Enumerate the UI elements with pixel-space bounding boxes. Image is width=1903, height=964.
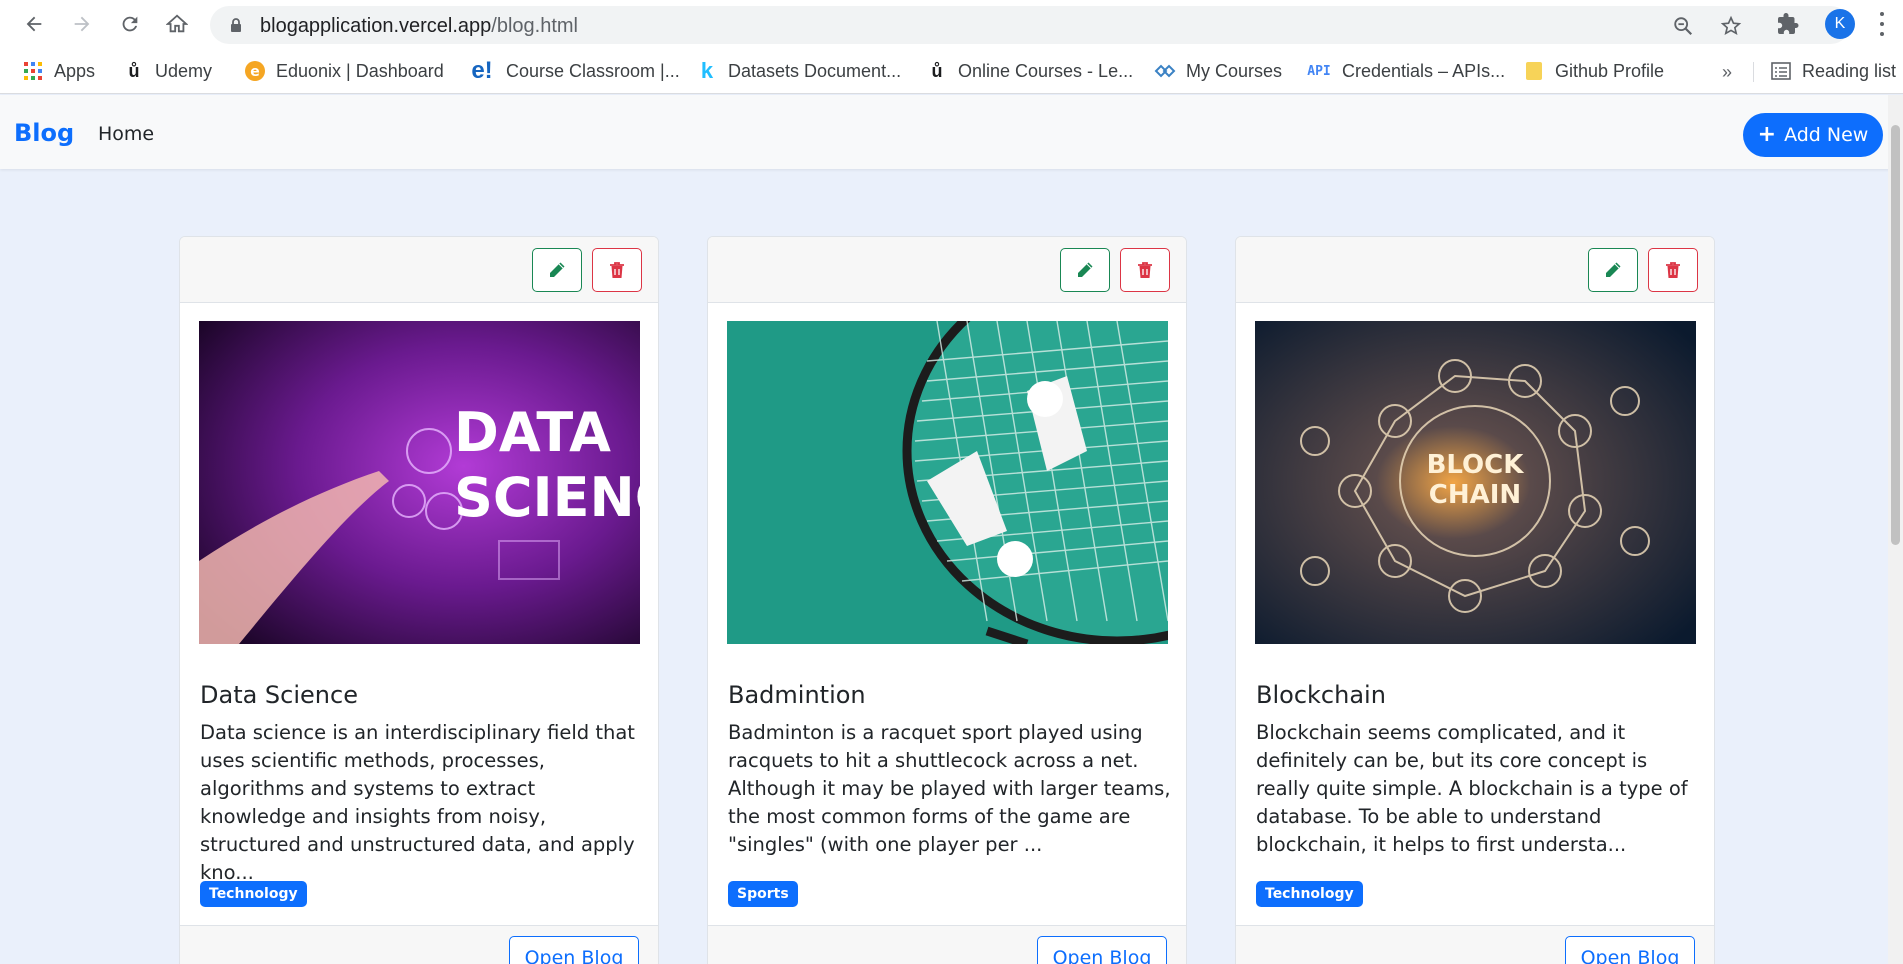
bookmark-credentials[interactable]: API Credentials – APIs...	[1306, 60, 1505, 82]
reading-list-button[interactable]: Reading list	[1770, 60, 1896, 82]
api-icon: API	[1307, 63, 1331, 79]
bookmark-apps[interactable]: Apps	[22, 60, 95, 82]
bookmark-label: Datasets Document...	[728, 60, 902, 81]
delete-button[interactable]	[1648, 248, 1698, 292]
menu-icon[interactable]	[1878, 12, 1886, 36]
blog-card-badmintion: Badmintion Badminton is a racquet sport …	[707, 236, 1187, 964]
profile-avatar[interactable]: K	[1825, 9, 1855, 39]
lock-icon	[231, 18, 241, 32]
url-text: blogapplication.vercel.app/blog.html	[260, 15, 578, 38]
udemy-icon: ů	[128, 60, 140, 81]
image-text-chain: CHAIN	[1429, 480, 1521, 510]
e-logo-icon: e!	[471, 57, 493, 84]
card-image-badminton	[727, 321, 1168, 644]
image-text-science: SCIENCE	[454, 466, 640, 529]
pencil-icon	[550, 262, 565, 277]
card-header	[708, 237, 1186, 303]
udemy-icon: ů	[931, 60, 943, 81]
blog-card-blockchain: BLOCK CHAIN Blockchain Blockchain seems …	[1235, 236, 1715, 964]
card-footer: Open Blog	[1236, 925, 1714, 964]
card-title: Badmintion	[728, 681, 866, 709]
eduonix-icon: e	[244, 60, 266, 82]
pencil-icon	[1078, 262, 1093, 277]
edit-button[interactable]	[1060, 248, 1110, 292]
bookmark-online-courses[interactable]: ů Online Courses - Le...	[926, 60, 1134, 82]
delete-button[interactable]	[592, 248, 642, 292]
bookmark-label: Github Profile	[1555, 60, 1665, 81]
bookmark-label: Eduonix | Dashboard	[276, 60, 444, 81]
card-image-blockchain: BLOCK CHAIN	[1255, 321, 1696, 644]
forward-icon[interactable]	[68, 10, 96, 38]
edit-button[interactable]	[532, 248, 582, 292]
svg-text:e: e	[250, 64, 260, 80]
card-image-data-science: DATA SCIENCE	[199, 321, 640, 644]
back-icon[interactable]	[20, 10, 48, 38]
card-text: Badminton is a racquet sport played usin…	[728, 721, 1171, 856]
open-blog-button[interactable]: Open Blog	[509, 936, 639, 964]
bookmarks-more-button[interactable]: »	[1722, 62, 1732, 83]
brand-logo[interactable]: Blog	[14, 119, 74, 147]
reload-icon[interactable]	[116, 10, 144, 38]
edit-button[interactable]	[1588, 248, 1638, 292]
category-badge: Technology	[1256, 881, 1363, 907]
pencil-icon	[1606, 262, 1621, 277]
bookmark-label: Udemy	[155, 60, 213, 81]
trash-icon	[610, 262, 624, 278]
card-footer: Open Blog	[180, 925, 658, 964]
bookmark-label: Credentials – APIs...	[1342, 60, 1506, 81]
card-header	[180, 237, 658, 303]
bookmarks-bar: Apps ů Udemy e Eduonix | Dashboard e! Co…	[0, 48, 1903, 94]
bookmark-my-courses[interactable]: My Courses	[1154, 60, 1282, 82]
apps-grid-icon	[22, 60, 44, 82]
bookmark-label: Apps	[54, 60, 96, 81]
star-icon[interactable]	[1720, 15, 1742, 37]
bookmarks-divider	[1753, 62, 1754, 82]
card-title: Data Science	[200, 681, 358, 709]
open-blog-button[interactable]: Open Blog	[1037, 936, 1167, 964]
app-navbar: Blog Home + Add New	[0, 95, 1903, 169]
bookmark-datasets[interactable]: k Datasets Document...	[696, 58, 902, 83]
extensions-icon[interactable]	[1776, 12, 1800, 36]
courses-icon	[1154, 60, 1176, 82]
url-path: /blog.html	[491, 15, 578, 37]
card-title: Blockchain	[1256, 681, 1386, 709]
card-text: Data science is an interdisciplinary fie…	[200, 721, 635, 884]
bookmark-label: Online Courses - Le...	[958, 60, 1134, 81]
card-header	[1236, 237, 1714, 303]
add-new-label: Add New	[1784, 124, 1869, 146]
browser-toolbar: blogapplication.vercel.app/blog.html K	[0, 0, 1903, 48]
home-icon[interactable]	[163, 10, 191, 38]
image-text-block: BLOCK	[1427, 450, 1525, 480]
card-text: Blockchain seems complicated, and it def…	[1256, 721, 1688, 856]
bookmark-udemy[interactable]: ů Udemy	[123, 60, 213, 82]
reading-list-icon	[1770, 60, 1792, 82]
kaggle-icon: k	[700, 58, 714, 83]
nav-home-link[interactable]: Home	[98, 123, 154, 145]
bookmark-label: My Courses	[1186, 60, 1283, 81]
plus-icon: +	[1757, 122, 1777, 147]
blog-card-data-science: DATA SCIENCE Data Science Data science i…	[179, 236, 659, 964]
bookmark-eduonix[interactable]: e Eduonix | Dashboard	[244, 60, 444, 82]
bookmark-github[interactable]: Github Profile	[1523, 60, 1664, 82]
category-badge: Sports	[728, 881, 798, 907]
address-bar[interactable]: blogapplication.vercel.app/blog.html	[210, 6, 1850, 44]
image-text-data: DATA	[454, 401, 611, 464]
url-host: blogapplication.vercel.app	[260, 15, 492, 37]
open-blog-button[interactable]: Open Blog	[1565, 936, 1695, 964]
reading-list-label: Reading list	[1802, 60, 1897, 81]
zoom-icon[interactable]	[1672, 15, 1694, 37]
category-badge: Technology	[200, 881, 307, 907]
delete-button[interactable]	[1120, 248, 1170, 292]
trash-icon	[1666, 262, 1680, 278]
folder-icon	[1523, 60, 1545, 82]
card-footer: Open Blog	[708, 925, 1186, 964]
trash-icon	[1138, 262, 1152, 278]
add-new-button[interactable]: + Add New	[1743, 113, 1883, 157]
scrollbar-thumb[interactable]	[1891, 125, 1900, 545]
bookmark-label: Course Classroom |...	[506, 60, 680, 81]
bookmark-course-classroom[interactable]: e! Course Classroom |...	[468, 57, 680, 84]
page-scrollbar[interactable]	[1888, 95, 1903, 964]
